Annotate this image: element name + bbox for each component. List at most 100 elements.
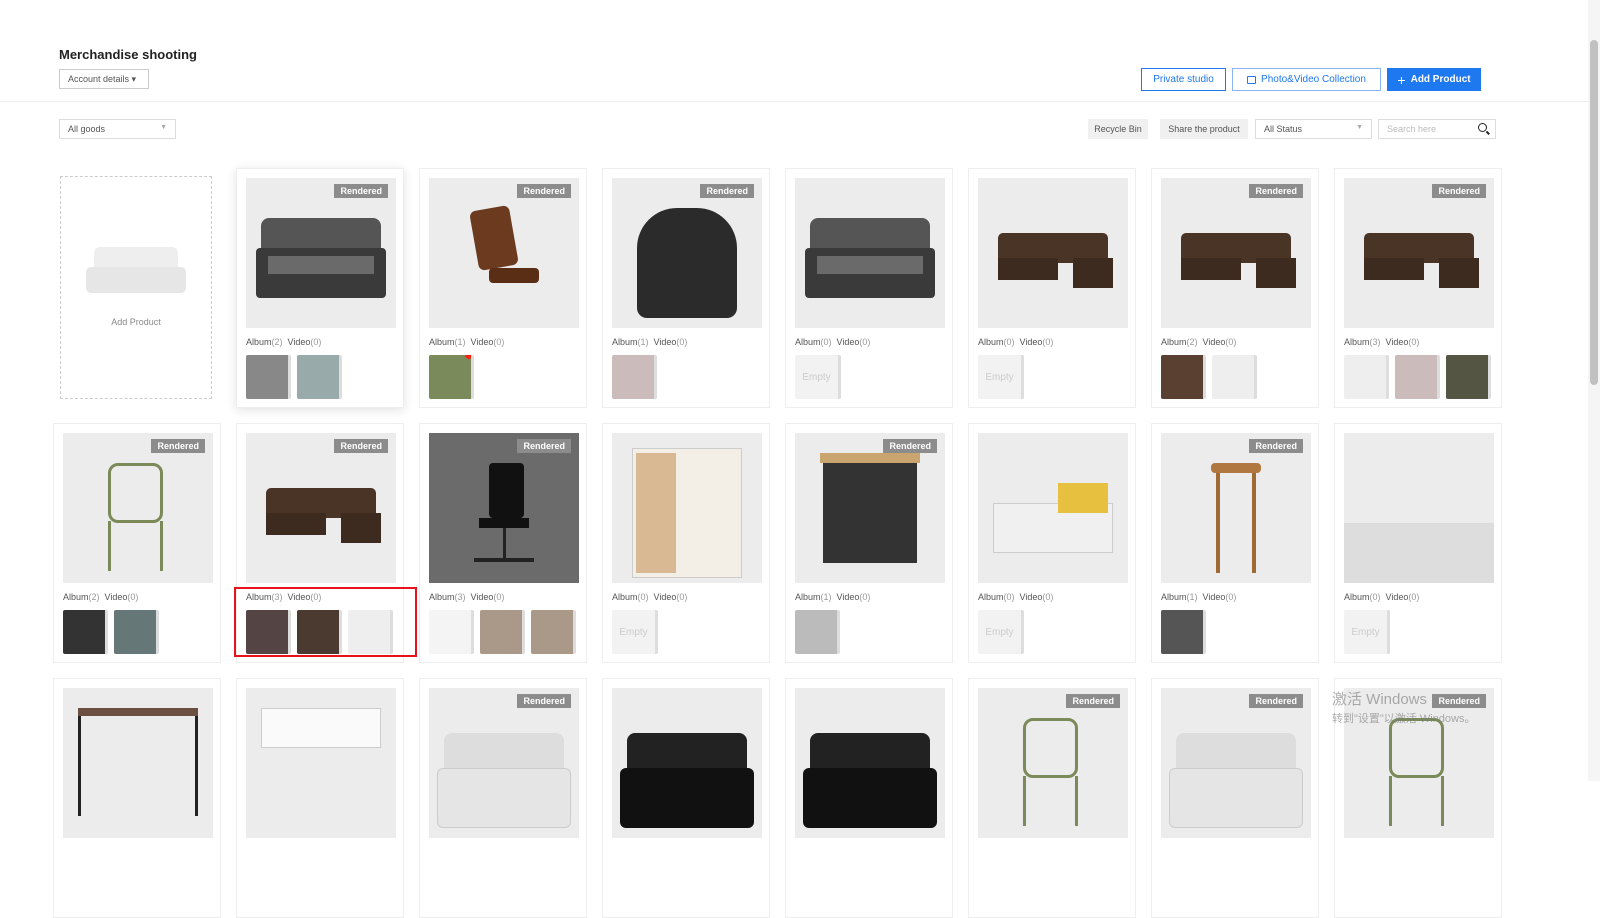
video-label[interactable]: Video — [471, 337, 494, 347]
product-image[interactable]: Rendered — [429, 178, 579, 328]
product-image[interactable]: Rendered — [1161, 433, 1311, 583]
album-thumbnail[interactable] — [297, 355, 342, 399]
album-label[interactable]: Album — [795, 337, 821, 347]
account-details-dropdown[interactable]: Account details ▾ — [59, 69, 149, 89]
search-input[interactable]: Search here — [1378, 119, 1496, 139]
product-card[interactable]: Rendered Album(2) Video(0) — [53, 423, 221, 663]
product-image[interactable]: Rendered — [429, 688, 579, 838]
video-label[interactable]: Video — [1386, 592, 1409, 602]
video-label[interactable]: Video — [1020, 337, 1043, 347]
product-card[interactable]: Rendered — [1151, 678, 1319, 918]
product-image[interactable]: Rendered — [246, 178, 396, 328]
album-label[interactable]: Album — [429, 592, 455, 602]
album-label[interactable]: Album — [978, 337, 1004, 347]
search-icon[interactable] — [1478, 123, 1487, 132]
video-label[interactable]: Video — [1203, 592, 1226, 602]
scrollbar[interactable] — [1588, 0, 1600, 781]
product-card[interactable]: Rendered Album(1) Video(0) — [419, 168, 587, 408]
album-thumbnail[interactable] — [1161, 355, 1206, 399]
product-card[interactable]: Rendered Album(3) Video(0) — [1334, 168, 1502, 408]
product-card[interactable]: Rendered Album(1) Video(0) — [785, 423, 953, 663]
product-card[interactable] — [785, 678, 953, 918]
album-label[interactable]: Album — [1161, 592, 1187, 602]
product-image[interactable] — [612, 433, 762, 583]
product-image[interactable]: Rendered — [246, 433, 396, 583]
video-label[interactable]: Video — [471, 592, 494, 602]
product-card[interactable]: Album(0) Video(0) Empty — [968, 423, 1136, 663]
product-image[interactable]: Rendered — [612, 178, 762, 328]
product-image[interactable] — [978, 433, 1128, 583]
video-label[interactable]: Video — [288, 337, 311, 347]
video-label[interactable]: Video — [1203, 337, 1226, 347]
product-image[interactable] — [978, 178, 1128, 328]
product-image[interactable] — [795, 178, 945, 328]
product-card[interactable]: Rendered Album(1) Video(0) — [602, 168, 770, 408]
album-thumbnail[interactable] — [531, 610, 576, 654]
product-image[interactable]: Rendered — [795, 433, 945, 583]
product-image[interactable] — [795, 688, 945, 838]
private-studio-button[interactable]: Private studio — [1141, 68, 1226, 91]
album-label[interactable]: Album — [1344, 337, 1370, 347]
album-label[interactable]: Album — [246, 337, 272, 347]
share-product-button[interactable]: Share the product — [1160, 119, 1248, 139]
album-thumbnail[interactable] — [246, 355, 291, 399]
product-card[interactable]: Rendered Album(2) Video(0) — [1151, 168, 1319, 408]
product-image[interactable]: Rendered — [1161, 688, 1311, 838]
photo-video-collection-button[interactable]: Photo&Video Collection — [1232, 68, 1381, 91]
album-label[interactable]: Album — [1344, 592, 1370, 602]
product-card[interactable]: Album(0) Video(0) Empty — [968, 168, 1136, 408]
product-image[interactable] — [63, 688, 213, 838]
product-card[interactable]: Rendered Album(1) Video(0) — [1151, 423, 1319, 663]
album-thumbnail[interactable] — [1395, 355, 1440, 399]
video-label[interactable]: Video — [837, 337, 860, 347]
album-thumbnail[interactable] — [480, 610, 525, 654]
album-label[interactable]: Album — [795, 592, 821, 602]
product-image[interactable] — [246, 688, 396, 838]
product-card[interactable]: Rendered — [419, 678, 587, 918]
video-label[interactable]: Video — [654, 337, 677, 347]
product-image[interactable]: Rendered — [1161, 178, 1311, 328]
album-thumbnail[interactable] — [429, 355, 474, 399]
product-card[interactable]: Rendered — [968, 678, 1136, 918]
product-card[interactable]: Rendered Album(2) Video(0) — [236, 168, 404, 408]
status-select[interactable]: All Status ▼ — [1255, 119, 1372, 139]
video-label[interactable]: Video — [837, 592, 860, 602]
add-product-button[interactable]: + Add Product — [1387, 68, 1481, 91]
album-thumbnail[interactable] — [1446, 355, 1491, 399]
product-card[interactable]: Rendered Album(3) Video(0) — [419, 423, 587, 663]
album-thumbnail[interactable] — [1212, 355, 1257, 399]
add-product-card[interactable]: Add Product — [60, 176, 212, 399]
album-thumbnail[interactable] — [795, 610, 840, 654]
album-thumbnail[interactable] — [612, 355, 657, 399]
album-thumbnail[interactable] — [63, 610, 108, 654]
album-label[interactable]: Album — [429, 337, 455, 347]
album-thumbnail[interactable] — [1161, 610, 1206, 654]
album-thumbnail[interactable] — [1344, 355, 1389, 399]
product-image[interactable]: Rendered — [63, 433, 213, 583]
product-card[interactable] — [53, 678, 221, 918]
recycle-bin-button[interactable]: Recycle Bin — [1088, 119, 1148, 139]
album-label[interactable]: Album — [612, 337, 638, 347]
video-label[interactable]: Video — [1386, 337, 1409, 347]
product-card[interactable] — [602, 678, 770, 918]
album-label[interactable]: Album — [1161, 337, 1187, 347]
product-image[interactable]: Rendered — [978, 688, 1128, 838]
product-card[interactable]: Album(0) Video(0) Empty — [1334, 423, 1502, 663]
product-image[interactable] — [612, 688, 762, 838]
video-label[interactable]: Video — [1020, 592, 1043, 602]
goods-filter-select[interactable]: All goods ▼ — [59, 119, 176, 139]
album-thumbnail[interactable] — [429, 610, 474, 654]
product-image[interactable] — [1344, 433, 1494, 583]
scrollbar-thumb[interactable] — [1590, 40, 1598, 385]
video-label[interactable]: Video — [105, 592, 128, 602]
album-label[interactable]: Album — [612, 592, 638, 602]
album-thumbnail[interactable] — [114, 610, 159, 654]
album-label[interactable]: Album — [978, 592, 1004, 602]
album-label[interactable]: Album — [63, 592, 89, 602]
product-card[interactable]: Album(0) Video(0) Empty — [602, 423, 770, 663]
product-image[interactable]: Rendered — [1344, 178, 1494, 328]
product-card[interactable]: Album(0) Video(0) Empty — [785, 168, 953, 408]
product-card[interactable] — [236, 678, 404, 918]
video-label[interactable]: Video — [654, 592, 677, 602]
product-image[interactable]: Rendered — [429, 433, 579, 583]
